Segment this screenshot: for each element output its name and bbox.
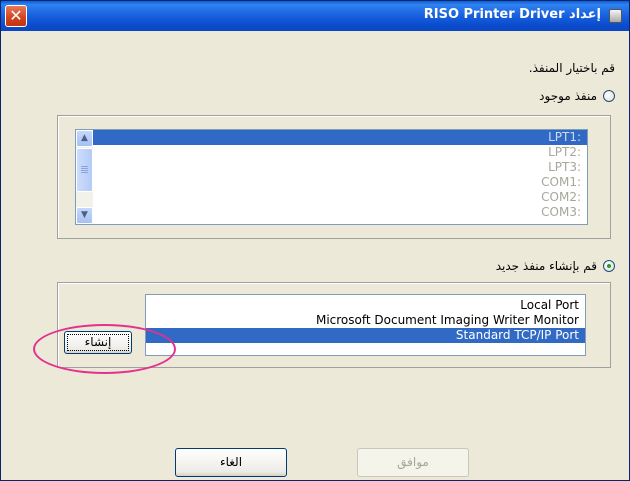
port-list-scrollbar[interactable]: ▲ ▼ bbox=[76, 130, 93, 224]
new-port-radio[interactable] bbox=[603, 260, 615, 272]
port-item[interactable]: LPT1: bbox=[93, 130, 587, 145]
scroll-thumb[interactable] bbox=[76, 148, 93, 192]
chevron-down-icon: ▼ bbox=[81, 210, 88, 220]
scroll-down-button[interactable]: ▼ bbox=[76, 207, 93, 224]
close-icon: ✕ bbox=[9, 6, 23, 25]
instruction-text: قم باختيار المنفذ. bbox=[528, 61, 615, 75]
printer-icon bbox=[609, 9, 622, 23]
new-port-option[interactable]: قم بإنشاء منفذ جديد bbox=[496, 259, 615, 273]
existing-port-option[interactable]: منفذ موجود bbox=[539, 89, 615, 103]
existing-port-radio[interactable] bbox=[603, 90, 615, 102]
port-list[interactable]: LPT1: LPT2: LPT3: COM1: COM2: COM3: ▲ ▼ bbox=[75, 129, 588, 225]
port-type-list[interactable]: Local Port Microsoft Document Imaging Wr… bbox=[145, 294, 586, 356]
existing-port-label: منفذ موجود bbox=[539, 89, 597, 103]
chevron-up-icon: ▲ bbox=[81, 133, 88, 143]
port-item[interactable]: COM1: bbox=[93, 175, 587, 190]
existing-port-group: LPT1: LPT2: LPT3: COM1: COM2: COM3: ▲ ▼ bbox=[57, 115, 611, 239]
close-button[interactable]: ✕ bbox=[5, 5, 27, 27]
ok-button[interactable]: موافق bbox=[357, 448, 469, 477]
highlight-annotation bbox=[33, 324, 176, 374]
title-bar[interactable]: ✕ إعداد RISO Printer Driver bbox=[1, 1, 629, 31]
new-port-label: قم بإنشاء منفذ جديد bbox=[495, 259, 597, 273]
scroll-up-button[interactable]: ▲ bbox=[76, 130, 93, 147]
dialog-window: ✕ إعداد RISO Printer Driver قم باختيار ا… bbox=[0, 0, 630, 481]
port-item[interactable]: COM2: bbox=[93, 190, 587, 205]
port-item[interactable]: COM3: bbox=[93, 205, 587, 220]
port-item[interactable]: LPT2: bbox=[93, 145, 587, 160]
port-type-item[interactable]: Microsoft Document Imaging Writer Monito… bbox=[146, 313, 585, 328]
port-type-item[interactable]: Local Port bbox=[146, 298, 585, 313]
cancel-button[interactable]: الغاء bbox=[175, 448, 287, 477]
port-type-item[interactable]: Standard TCP/IP Port bbox=[146, 328, 585, 343]
window-title: إعداد RISO Printer Driver bbox=[423, 7, 601, 22]
port-item[interactable]: LPT3: bbox=[93, 160, 587, 175]
